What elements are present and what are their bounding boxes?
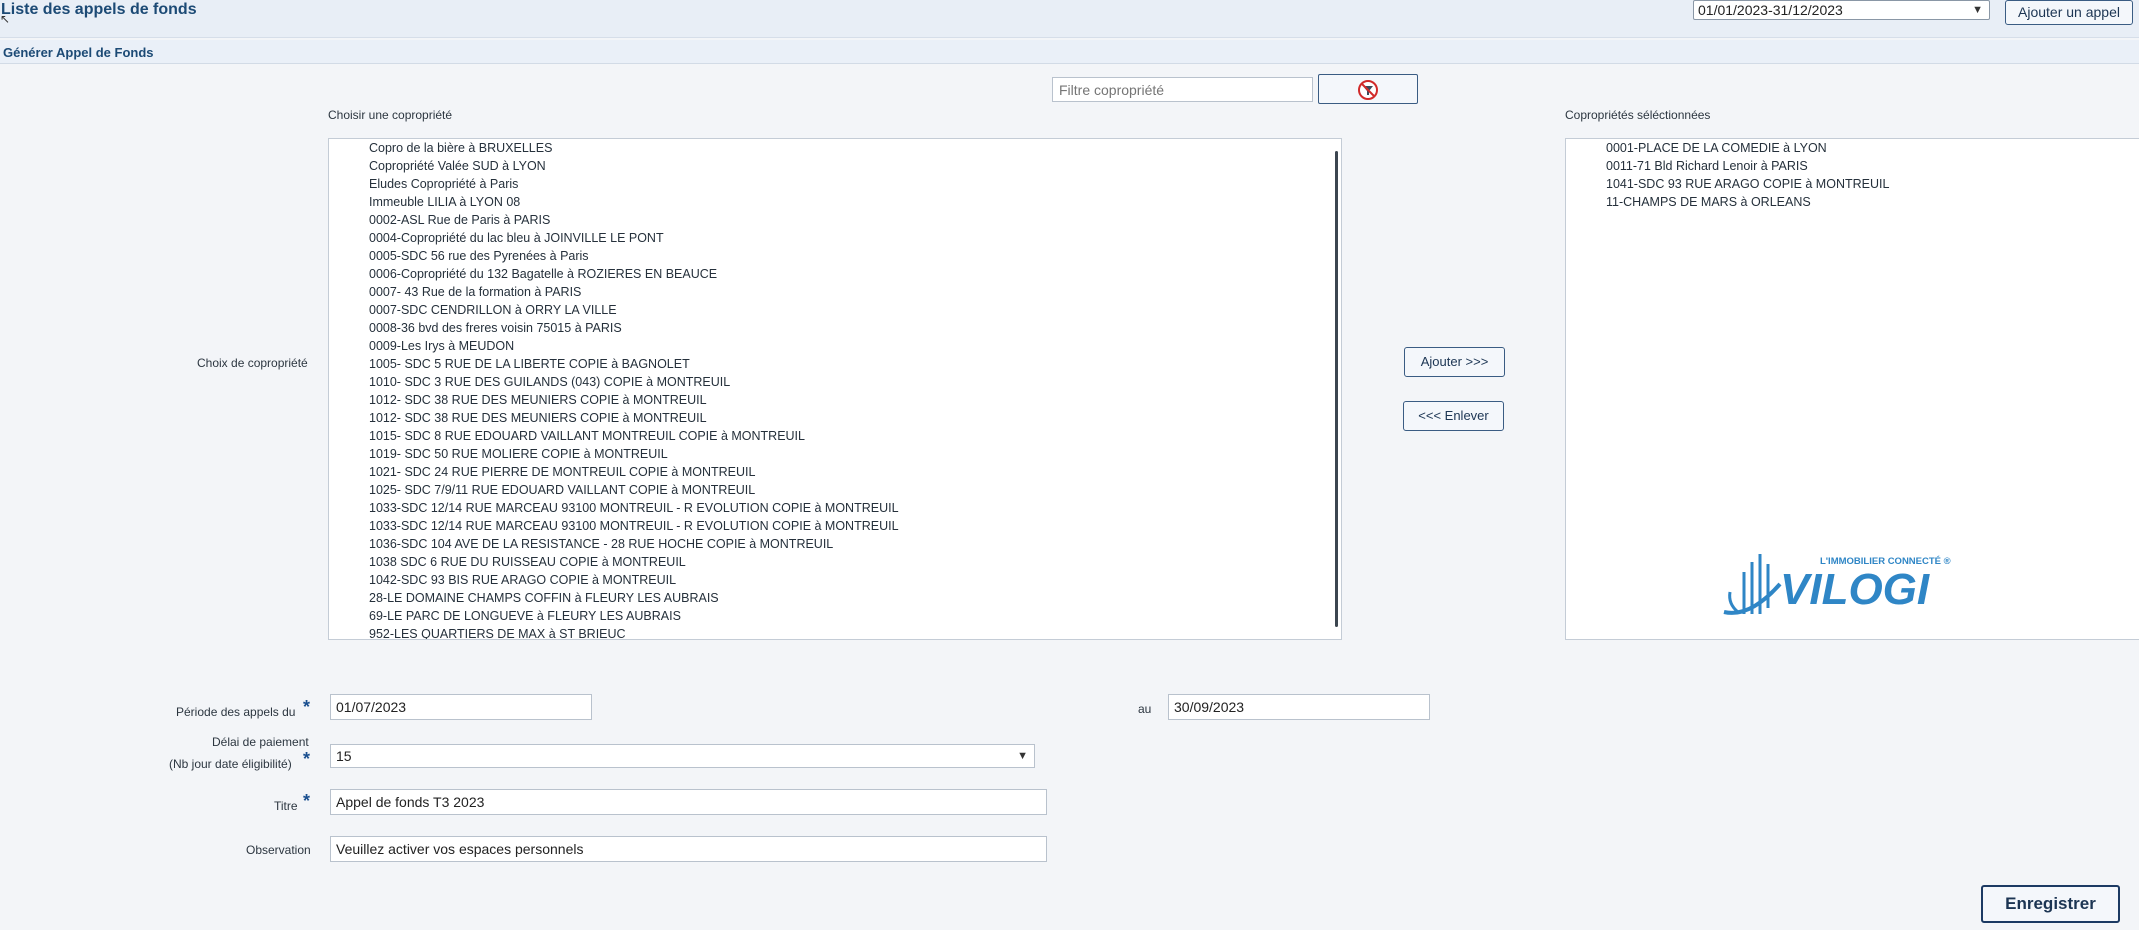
selected-label: Copropriétés séléctionnées <box>1565 108 1711 122</box>
chevron-down-icon: ▼ <box>1017 750 1028 762</box>
observation-field[interactable]: Veuillez activer vos espaces personnels <box>330 836 1047 862</box>
chevron-down-icon: ▼ <box>1972 4 1983 16</box>
list-item[interactable]: 1010- SDC 3 RUE DES GUILANDS (043) COPIE… <box>369 374 730 391</box>
list-item[interactable]: 1042-SDC 93 BIS RUE ARAGO COPIE à MONTRE… <box>369 572 676 589</box>
list-item[interactable]: 0009-Les Irys à MEUDON <box>369 338 514 355</box>
list-item[interactable]: Eludes Copropriété à Paris <box>369 176 518 193</box>
list-item[interactable]: 952-LES QUARTIERS DE MAX à ST BRIEUC <box>369 626 626 639</box>
add-button[interactable]: Ajouter >>> <box>1404 347 1505 377</box>
required-mark: * <box>303 791 311 811</box>
to-label: au <box>1138 702 1152 716</box>
save-button[interactable]: Enregistrer <box>1981 885 2120 923</box>
period-select-value: 01/01/2023-31/12/2023 <box>1698 2 1843 18</box>
list-item[interactable]: 1021- SDC 24 RUE PIERRE DE MONTREUIL COP… <box>369 464 755 481</box>
observation-label: Observation <box>246 843 311 857</box>
period-to-field[interactable]: 30/09/2023 <box>1168 694 1430 720</box>
period-select[interactable]: 01/01/2023-31/12/2023 ▼ <box>1693 0 1990 20</box>
list-item[interactable]: 0008-36 bvd des freres voisin 75015 à PA… <box>369 320 622 337</box>
delay-select-value: 15 <box>336 748 352 764</box>
list-item[interactable]: 11-CHAMPS DE MARS à ORLEANS <box>1606 194 1811 211</box>
list-item[interactable]: 1012- SDC 38 RUE DES MEUNIERS COPIE à MO… <box>369 410 707 427</box>
list-item[interactable]: 1012- SDC 38 RUE DES MEUNIERS COPIE à MO… <box>369 392 707 409</box>
list-item[interactable]: Copropriété Valée SUD à LYON <box>369 158 546 175</box>
list-item[interactable]: 0007- 43 Rue de la formation à PARIS <box>369 284 581 301</box>
list-item[interactable]: 0001-PLACE DE LA COMEDIE à LYON <box>1606 140 1827 157</box>
period-label: Période des appels du <box>176 705 296 719</box>
list-item[interactable]: 1005- SDC 5 RUE DE LA LIBERTE COPIE à BA… <box>369 356 690 373</box>
top-bar: Liste des appels de fonds ↖ 01/01/2023-3… <box>0 0 2139 38</box>
section-bar: Générer Appel de Fonds <box>0 40 2139 64</box>
title-label: Titre <box>274 799 298 813</box>
list-item[interactable]: 1041-SDC 93 RUE ARAGO COPIE à MONTREUIL <box>1606 176 1889 193</box>
page-title: Liste des appels de fonds <box>1 1 197 18</box>
required-mark: * <box>303 697 311 717</box>
list-item[interactable]: 1033-SDC 12/14 RUE MARCEAU 93100 MONTREU… <box>369 500 899 517</box>
delay-sublabel: (Nb jour date éligibilité) <box>169 757 292 771</box>
list-item[interactable]: 28-LE DOMAINE CHAMPS COFFIN à FLEURY LES… <box>369 590 719 607</box>
remove-button[interactable]: <<< Enlever <box>1403 401 1504 431</box>
title-field[interactable]: Appel de fonds T3 2023 <box>330 789 1047 815</box>
choose-label: Choisir une copropriété <box>328 108 453 122</box>
clear-filter-button[interactable] <box>1318 74 1418 104</box>
list-item[interactable]: 0006-Copropriété du 132 Bagatelle à ROZI… <box>369 266 717 283</box>
section-title[interactable]: Générer Appel de Fonds <box>3 45 154 60</box>
list-item[interactable]: 1033-SDC 12/14 RUE MARCEAU 93100 MONTREU… <box>369 518 899 535</box>
list-item[interactable]: 1036-SDC 104 AVE DE LA RESISTANCE - 28 R… <box>369 536 833 553</box>
list-item[interactable]: 1025- SDC 7/9/11 RUE EDOUARD VAILLANT CO… <box>369 482 755 499</box>
list-item[interactable]: 1038 SDC 6 RUE DU RUISSEAU COPIE à MONTR… <box>369 554 686 571</box>
delay-label: Délai de paiement <box>212 735 309 749</box>
period-from-field[interactable]: 01/07/2023 <box>330 694 592 720</box>
list-item[interactable]: Immeuble LILIA à LYON 08 <box>369 194 520 211</box>
delay-select[interactable]: 15 ▼ <box>330 744 1035 768</box>
required-mark: * <box>303 749 311 769</box>
vilogi-logo: L'IMMOBILIER CONNECTÉ ® VILOGI <box>1723 554 1951 615</box>
logo-name: VILOGI <box>1780 565 1930 614</box>
list-item[interactable]: 1015- SDC 8 RUE EDOUARD VAILLANT MONTREU… <box>369 428 805 445</box>
list-item[interactable]: 0002-ASL Rue de Paris à PARIS <box>369 212 550 229</box>
list-item[interactable]: 0005-SDC 56 rue des Pyrenées à Paris <box>369 248 589 265</box>
list-item[interactable]: 0007-SDC CENDRILLON à ORRY LA VILLE <box>369 302 617 319</box>
list-item[interactable]: 69-LE PARC DE LONGUEVE à FLEURY LES AUBR… <box>369 608 681 625</box>
cursor-icon: ↖ <box>0 12 11 26</box>
list-item[interactable]: 0004-Copropriété du lac bleu à JOINVILLE… <box>369 230 664 247</box>
add-call-button[interactable]: Ajouter un appel <box>2005 0 2133 25</box>
list-item[interactable]: 1019- SDC 50 RUE MOLIERE COPIE à MONTREU… <box>369 446 668 463</box>
list-item[interactable]: 0011-71 Bld Richard Lenoir à PARIS <box>1606 158 1808 175</box>
no-filter-icon <box>1358 80 1378 100</box>
list-item[interactable]: Copro de la bière à BRUXELLES <box>369 140 552 157</box>
available-list[interactable]: Copro de la bière à BRUXELLES Copropriété… <box>328 138 1342 640</box>
filter-input[interactable] <box>1052 77 1313 102</box>
scrollbar[interactable] <box>1335 151 1338 627</box>
choice-row-label: Choix de copropriété <box>197 356 308 370</box>
